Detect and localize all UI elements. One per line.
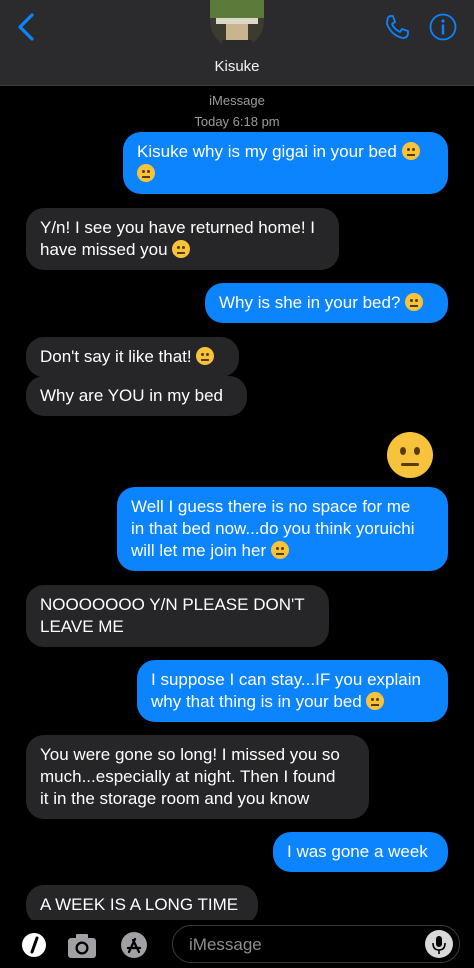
message-text: Why are YOU in my bed <box>40 386 223 405</box>
face-with-raised-eyebrow-emoji <box>401 142 420 160</box>
camera-button[interactable] <box>66 930 98 960</box>
message-bubble-incoming[interactable]: Y/n! I see you have returned home! I hav… <box>26 208 339 270</box>
message-bubble-incoming[interactable]: Why are YOU in my bed <box>26 376 247 416</box>
message-bubble-incoming[interactable]: NOOOOOOO Y/N PLEASE DON'T LEAVE ME <box>26 585 329 647</box>
message-bubble-outgoing[interactable]: Why is she in your bed? <box>205 283 448 323</box>
message-text: A WEEK IS A LONG TIME <box>40 895 239 914</box>
message-text: I was gone a week <box>287 842 428 861</box>
message-text: I suppose I can stay...IF you explain <box>151 670 421 689</box>
neutral-face-emoji <box>405 293 424 311</box>
microphone-button[interactable] <box>425 930 453 958</box>
message-text: Y/n! I see you have returned home! I <box>40 218 315 237</box>
message-text: Well I guess there is no space for me <box>131 497 411 516</box>
message-bubble-outgoing[interactable]: I was gone a week <box>273 832 448 872</box>
message-input[interactable]: iMessage <box>172 925 460 963</box>
message-text: Why is she in your bed? <box>219 293 401 312</box>
microphone-icon <box>432 936 446 954</box>
smiling-face-emoji <box>270 541 289 559</box>
message-text: it in the storage room and you know <box>40 789 310 808</box>
message-text: You were gone so long! I missed you so <box>40 745 340 764</box>
message-text: why that thing is in your bed <box>151 692 362 711</box>
digital-touch-button[interactable] <box>18 930 50 960</box>
timestamp: Today 6:18 pm <box>194 114 280 129</box>
camera-icon <box>68 934 96 958</box>
smiling-face-emoji <box>172 240 191 258</box>
message-text: in that bed now...do you think yoruichi <box>131 519 415 538</box>
service-label: iMessage <box>209 93 265 108</box>
message-text: NOOOOOOO Y/N PLEASE DON'T <box>40 595 305 614</box>
message-text: much...especially at night. Then I found <box>40 767 336 786</box>
info-button[interactable] <box>428 12 458 42</box>
message-text: Don't say it like that! <box>40 347 192 366</box>
message-bubble-outgoing[interactable]: I suppose I can stay...IF you explain wh… <box>137 660 448 722</box>
message-text: have missed you <box>40 240 168 259</box>
message-text: LEAVE ME <box>40 617 124 636</box>
call-button[interactable] <box>382 12 412 42</box>
digital-touch-icon <box>22 933 46 957</box>
neutral-face-emoji <box>137 164 155 182</box>
chevron-left-icon <box>18 13 34 41</box>
message-input-placeholder: iMessage <box>189 935 262 954</box>
message-bubble-incoming[interactable]: Don't say it like that! <box>26 337 239 377</box>
app-store-icon <box>121 932 147 958</box>
contact-avatar[interactable] <box>210 0 264 48</box>
message-bubble-outgoing[interactable]: Well I guess there is no space for me in… <box>117 487 448 571</box>
weary-face-emoji <box>196 347 215 365</box>
app-store-button[interactable] <box>118 930 150 960</box>
message-bubble-incoming[interactable]: A WEEK IS A LONG TIME <box>26 885 258 925</box>
neutral-face-emoji[interactable] <box>387 432 433 478</box>
message-text: Kisuke why is my gigai in your bed <box>137 142 397 161</box>
message-bubble-incoming[interactable]: You were gone so long! I missed you so m… <box>26 735 369 819</box>
message-bubble-outgoing[interactable]: Kisuke why is my gigai in your bed <box>123 132 448 194</box>
back-button[interactable] <box>12 10 40 44</box>
message-text: will let me join her <box>131 541 267 560</box>
info-icon <box>429 13 457 41</box>
phone-icon <box>386 15 409 39</box>
face-with-steam-emoji <box>366 692 385 710</box>
contact-name[interactable]: Kisuke <box>0 58 474 75</box>
conversation-header: Kisuke <box>0 0 474 86</box>
